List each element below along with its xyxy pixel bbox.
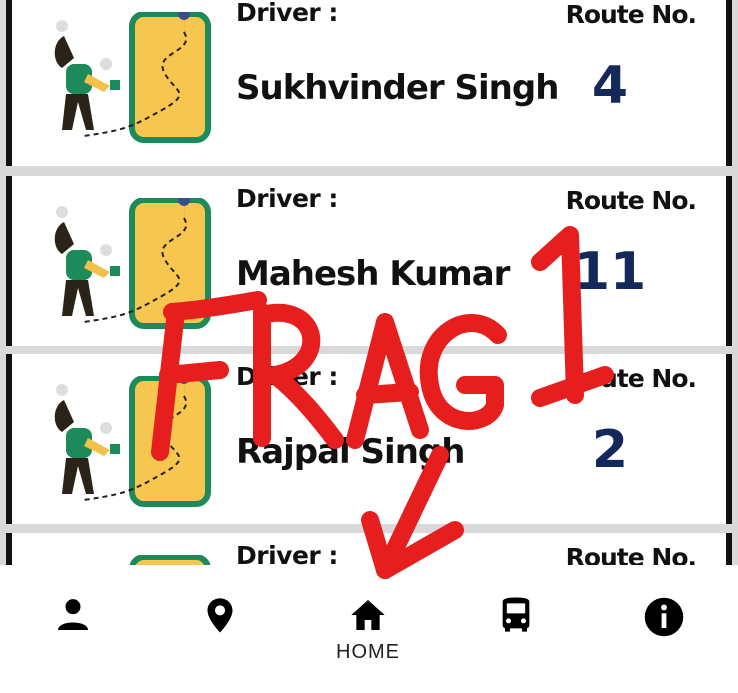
home-icon bbox=[351, 600, 385, 630]
driver-route-illustration bbox=[54, 12, 211, 143]
nav-home-label: HOME bbox=[336, 641, 400, 663]
nav-info-button[interactable] bbox=[624, 595, 704, 639]
driver-route-illustration bbox=[129, 555, 211, 565]
driver-route-illustration bbox=[54, 198, 211, 329]
driver-label: Driver : bbox=[236, 0, 338, 27]
driver-card[interactable]: Driver : Mahesh Kumar Route No. 11 bbox=[6, 176, 732, 346]
driver-card[interactable]: Driver : Rajpal Singh Route No. 2 bbox=[6, 354, 732, 524]
route-label: Route No. bbox=[565, 364, 697, 393]
nav-home-button[interactable]: HOME bbox=[328, 595, 408, 664]
route-label: Route No. bbox=[565, 186, 697, 215]
driver-card[interactable]: Driver : Route No. bbox=[6, 533, 732, 565]
driver-label: Driver : bbox=[236, 541, 338, 565]
route-label: Route No. bbox=[565, 0, 697, 29]
nav-profile-button[interactable] bbox=[33, 595, 113, 635]
driver-label: Driver : bbox=[236, 184, 338, 213]
route-label: Route No. bbox=[565, 543, 697, 565]
driver-name: Mahesh Kumar bbox=[236, 254, 510, 294]
driver-list[interactable]: Driver : Sukhvinder Singh Route No. 4 Dr… bbox=[0, 0, 738, 565]
driver-name: Sukhvinder Singh bbox=[236, 68, 559, 108]
nav-bus-button[interactable] bbox=[476, 595, 556, 635]
driver-route-illustration bbox=[54, 376, 211, 507]
bus-icon bbox=[502, 597, 530, 632]
route-number: 2 bbox=[591, 420, 629, 480]
route-number: 4 bbox=[591, 56, 629, 116]
route-number: 11 bbox=[573, 242, 647, 302]
person-icon bbox=[58, 599, 88, 630]
location-pin-icon bbox=[207, 598, 233, 633]
nav-location-button[interactable] bbox=[180, 595, 260, 635]
driver-label: Driver : bbox=[236, 362, 338, 391]
bottom-navigation-bar: HOME bbox=[0, 565, 738, 693]
info-icon bbox=[644, 597, 684, 637]
driver-card[interactable]: Driver : Sukhvinder Singh Route No. 4 bbox=[6, 0, 732, 166]
driver-name: Rajpal Singh bbox=[236, 432, 465, 472]
